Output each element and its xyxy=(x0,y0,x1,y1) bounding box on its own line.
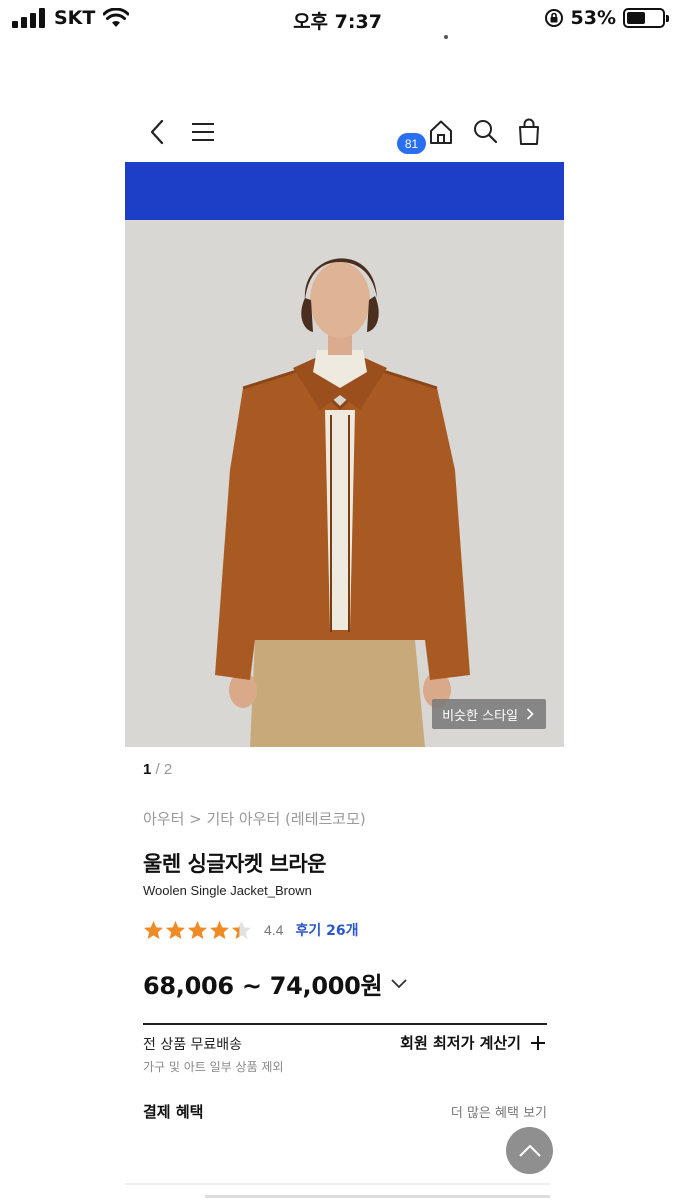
star-icon xyxy=(188,920,207,939)
home-button[interactable] xyxy=(423,112,459,152)
bottom-divider xyxy=(125,1183,550,1185)
product-image[interactable]: 비슷한 스타일 xyxy=(125,220,564,747)
pager-current: 1 xyxy=(143,761,152,778)
menu-button[interactable] xyxy=(185,112,221,152)
chevron-down-icon[interactable] xyxy=(390,978,408,990)
rating-stars xyxy=(143,920,252,941)
rating-row: 4.4 후기 26개 xyxy=(143,918,358,942)
product-subtitle: Woolen Single Jacket_Brown xyxy=(143,883,312,898)
more-benefits-link[interactable]: 더 많은 혜택 보기 xyxy=(451,1102,547,1121)
status-right: 53% xyxy=(544,7,669,29)
star-icon xyxy=(144,920,163,939)
battery-cap xyxy=(666,15,669,22)
chevron-right-icon xyxy=(526,708,534,720)
orientation-lock-icon xyxy=(544,9,563,27)
star-icon xyxy=(232,920,251,939)
promo-banner[interactable] xyxy=(125,162,564,220)
calculator-label: 회원 최저가 계산기 xyxy=(400,1034,521,1052)
notch-dot xyxy=(444,35,448,39)
price-row[interactable]: 68,006 ~ 74,000원 xyxy=(143,966,408,1001)
battery-fill xyxy=(627,12,646,24)
shipping-subtitle: 가구 및 아트 일부 상품 제외 xyxy=(143,1060,284,1074)
menu-icon xyxy=(192,123,214,141)
search-button[interactable] xyxy=(467,112,503,152)
shipping-title: 전 상품 무료배송 xyxy=(143,1037,243,1053)
chevron-up-icon xyxy=(518,1144,541,1157)
cart-count-badge: 81 xyxy=(397,133,426,154)
similar-style-label: 비슷한 스타일 xyxy=(442,708,518,724)
plus-icon xyxy=(531,1035,545,1050)
back-icon xyxy=(150,119,164,145)
similar-style-button[interactable]: 비슷한 스타일 xyxy=(432,699,546,729)
category-breadcrumb[interactable]: 아우터 > 기타 아우터 (레테르코모) xyxy=(143,808,366,829)
image-pager: 1 / 2 xyxy=(143,761,172,778)
payment-benefits-title: 결제 혜택 xyxy=(143,1103,204,1121)
pager-total: / 2 xyxy=(155,761,173,778)
home-icon xyxy=(430,120,452,144)
member-price-calculator-button[interactable]: 회원 최저가 계산기 xyxy=(400,1032,547,1053)
rating-score: 4.4 xyxy=(264,922,284,938)
section-divider xyxy=(143,1023,547,1025)
bottom-bar-edge xyxy=(205,1195,550,1198)
product-title: 울렌 싱글자켓 브라운 xyxy=(143,852,327,876)
price-range: 68,006 ~ 74,000원 xyxy=(143,972,383,1000)
review-count-link[interactable]: 후기 26개 xyxy=(295,920,358,940)
battery-icon xyxy=(623,8,669,28)
shopping-bag-icon xyxy=(519,118,539,145)
product-photo-illustration xyxy=(125,220,564,747)
star-icon xyxy=(166,920,185,939)
star-icon xyxy=(210,920,229,939)
battery-percent: 53% xyxy=(570,7,616,29)
search-icon xyxy=(474,120,498,144)
scroll-to-top-button[interactable] xyxy=(506,1127,553,1174)
app-header xyxy=(125,112,565,156)
back-button[interactable] xyxy=(139,112,175,152)
status-bar: SKT 오후 7:37 53% xyxy=(0,0,675,38)
cart-button[interactable] xyxy=(511,112,547,152)
